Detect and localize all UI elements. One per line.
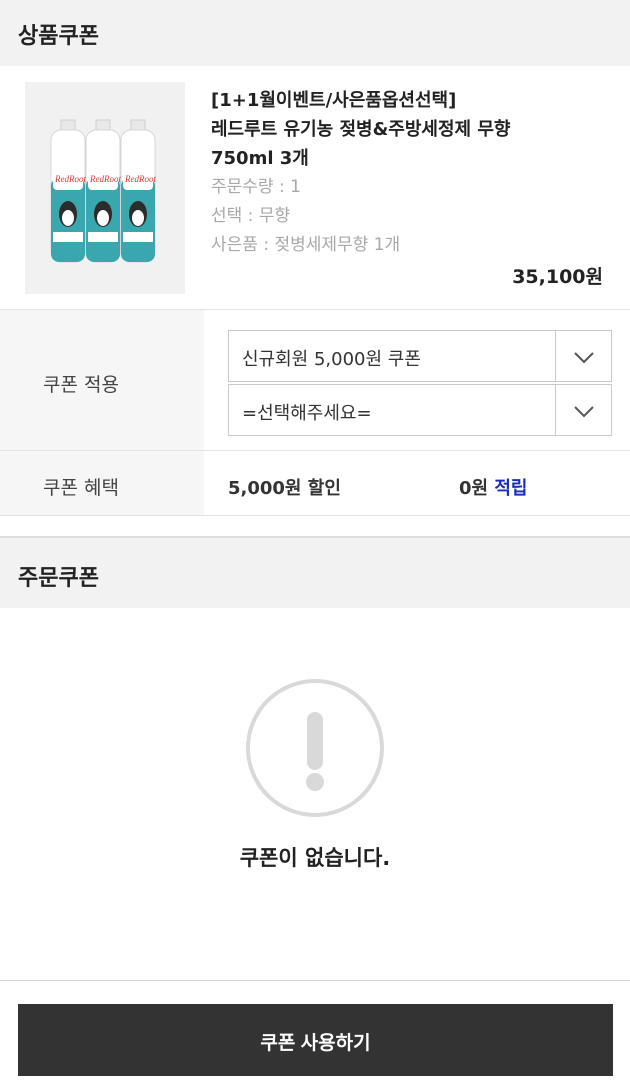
- product-name-line3: 750ml 3개: [211, 148, 309, 169]
- use-coupon-button-label: 쿠폰 사용하기: [260, 1033, 371, 1054]
- section-spacer: [0, 516, 630, 536]
- product-card: RedRoot RedRoot RedRoot [1+1월이벤트/사은품옵션선택…: [0, 66, 630, 310]
- coupon-select-primary-toggle[interactable]: [555, 331, 611, 381]
- coupon-benefit-label-cell: 쿠폰 혜택: [0, 451, 204, 515]
- product-bottles-illustration: RedRoot RedRoot RedRoot: [25, 82, 185, 294]
- product-price: 35,100원: [512, 266, 603, 288]
- product-name-line2: 레드루트 유기농 젖병&주방세정제 무향: [211, 119, 511, 140]
- divider: [0, 980, 630, 981]
- discount-amount: 5,000원 할인: [228, 478, 341, 499]
- coupon-select-secondary-value: =선택해주세요=: [242, 403, 372, 424]
- svg-text:RedRoot: RedRoot: [54, 174, 86, 184]
- svg-text:RedRoot: RedRoot: [89, 174, 121, 184]
- product-coupon-header: 상품쿠폰: [0, 0, 630, 66]
- product-name-line1: [1+1월이벤트/사은품옵션선택]: [211, 90, 457, 111]
- chevron-down-icon: [574, 406, 594, 418]
- coupon-select-secondary[interactable]: =선택해주세요=: [228, 384, 612, 436]
- product-option: 선택 : 무향: [211, 206, 291, 226]
- points-amount: 0원 적립: [459, 474, 528, 500]
- product-image[interactable]: RedRoot RedRoot RedRoot: [25, 82, 185, 294]
- coupon-select-primary[interactable]: 신규회원 5,000원 쿠폰: [228, 330, 612, 382]
- svg-text:RedRoot: RedRoot: [124, 174, 156, 184]
- product-info: [1+1월이벤트/사은품옵션선택] 레드루트 유기농 젖병&주방세정제 무향 7…: [211, 86, 611, 260]
- chevron-down-icon: [574, 352, 594, 364]
- use-coupon-button[interactable]: 쿠폰 사용하기: [18, 1004, 613, 1076]
- points-label: 적립: [494, 478, 528, 499]
- product-coupon-title: 상품쿠폰: [18, 24, 99, 49]
- coupon-benefit-label: 쿠폰 혜택: [43, 477, 119, 499]
- coupon-select-secondary-toggle[interactable]: [555, 385, 611, 435]
- coupon-apply-label: 쿠폰 적용: [43, 374, 119, 396]
- order-coupon-header: 주문쿠폰: [0, 536, 630, 608]
- empty-coupon-message: 쿠폰이 없습니다.: [239, 846, 391, 870]
- product-gift: 사은품 : 젖병세제무향 1개: [211, 235, 401, 255]
- product-quantity: 주문수량 : 1: [211, 177, 301, 197]
- coupon-select-primary-value: 신규회원 5,000원 쿠폰: [242, 349, 421, 370]
- order-coupon-title: 주문쿠폰: [18, 566, 99, 591]
- coupon-apply-label-cell: 쿠폰 적용: [0, 310, 204, 450]
- points-value: 0원: [459, 478, 489, 499]
- exclamation-circle-icon: [245, 678, 385, 822]
